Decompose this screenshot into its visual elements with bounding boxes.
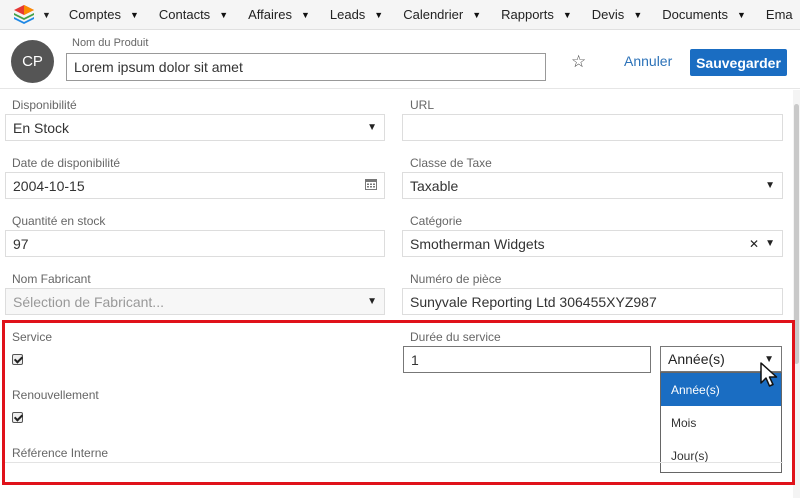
nav-label: Contacts: [158, 7, 211, 22]
service-duration-input[interactable]: 1: [403, 346, 651, 373]
renewal-checkbox[interactable]: [12, 412, 23, 423]
category-select[interactable]: Smotherman Widgets ✕ ▼: [402, 230, 783, 257]
manufacturer-placeholder: Sélection de Fabricant...: [13, 293, 164, 310]
url-label: URL: [410, 98, 435, 112]
caret-down-icon: ▼: [367, 122, 377, 133]
manufacturer-label: Nom Fabricant: [12, 272, 91, 286]
internal-ref-field-border: [5, 462, 783, 463]
tax-class-select[interactable]: Taxable ▼: [402, 172, 783, 199]
scrollbar[interactable]: [793, 90, 800, 498]
star-icon[interactable]: ☆: [571, 52, 586, 72]
nav-item-leads[interactable]: Leads ▼: [320, 0, 393, 29]
service-duration-label: Durée du service: [410, 330, 501, 344]
caret-down-icon: ▼: [367, 296, 377, 307]
scrollbar-thumb[interactable]: [794, 104, 799, 364]
caret-down-icon: ▼: [472, 9, 482, 20]
tax-class-value: Taxable: [410, 177, 459, 194]
service-checkbox[interactable]: [12, 354, 23, 365]
record-header: CP Nom du Produit Lorem ipsum dolor sit …: [0, 31, 800, 89]
caret-down-icon: ▼: [374, 9, 384, 20]
nav-label: Leads: [329, 7, 366, 22]
availability-select[interactable]: En Stock ▼: [5, 114, 385, 141]
app-logo-icon[interactable]: [12, 2, 36, 28]
nav-label: Documents: [662, 7, 728, 22]
category-label: Catégorie: [410, 214, 463, 228]
product-name-input[interactable]: Lorem ipsum dolor sit amet: [66, 53, 546, 81]
nav-label: Comptes: [68, 7, 121, 22]
availability-label: Disponibilité: [12, 98, 77, 112]
nav-item-emails[interactable]: Ema: [756, 0, 800, 29]
caret-down-icon: ▼: [633, 9, 643, 20]
caret-down-icon: ▼: [765, 238, 775, 249]
avatar: CP: [11, 40, 54, 83]
part-number-label: Numéro de pièce: [410, 272, 502, 286]
calendar-icon[interactable]: [365, 178, 377, 193]
url-input[interactable]: [402, 114, 783, 141]
nav-item-rapports[interactable]: Rapports ▼: [491, 0, 582, 29]
caret-down-icon: ▼: [129, 9, 139, 20]
nav-label: Calendrier: [403, 7, 464, 22]
availability-date-input[interactable]: 2004-10-15: [5, 172, 385, 199]
nav-label: Ema: [765, 7, 793, 22]
availability-date-value: 2004-10-15: [13, 177, 85, 194]
clear-icon[interactable]: ✕: [749, 237, 759, 251]
dropdown-option-days[interactable]: Jour(s): [661, 439, 781, 472]
stock-qty-input[interactable]: 97: [5, 230, 385, 257]
part-number-input[interactable]: Sunyvale Reporting Ltd 306455XYZ987: [402, 288, 783, 315]
internal-ref-label: Référence Interne: [12, 446, 109, 460]
caret-down-icon: ▼: [736, 9, 746, 20]
save-button[interactable]: Sauvegarder: [690, 49, 787, 76]
nav-item-calendrier[interactable]: Calendrier ▼: [393, 0, 491, 29]
nav-item-contacts[interactable]: Contacts ▼: [149, 0, 238, 29]
stock-qty-label: Quantité en stock: [12, 214, 106, 228]
nav-item-comptes[interactable]: Comptes ▼: [59, 0, 149, 29]
nav-label: Devis: [591, 7, 625, 22]
nav-item-devis[interactable]: Devis ▼: [582, 0, 652, 29]
cancel-button[interactable]: Annuler: [624, 53, 672, 69]
caret-down-icon: ▼: [219, 9, 229, 20]
service-label: Service: [12, 330, 53, 344]
nav-item-documents[interactable]: Documents ▼: [652, 0, 756, 29]
caret-down-icon: ▼: [562, 9, 572, 20]
category-value: Smotherman Widgets: [410, 235, 545, 252]
top-navigation: ▼ Comptes ▼ Contacts ▼ Affaires ▼ Leads ▼ Ca…: [0, 0, 800, 30]
availability-date-label: Date de disponibilité: [12, 156, 121, 170]
logo-caret-icon[interactable]: ▼: [42, 10, 51, 20]
caret-down-icon: ▼: [765, 180, 775, 191]
nav-label: Affaires: [248, 7, 292, 22]
tax-class-label: Classe de Taxe: [410, 156, 492, 170]
dropdown-option-months[interactable]: Mois: [661, 406, 781, 439]
nav-item-affaires[interactable]: Affaires ▼: [238, 0, 320, 29]
nav-label: Rapports: [501, 7, 554, 22]
renewal-label: Renouvellement: [12, 388, 99, 402]
availability-value: En Stock: [13, 119, 70, 136]
mouse-cursor-icon: [760, 362, 778, 387]
caret-down-icon: ▼: [300, 9, 310, 20]
product-name-label: Nom du Produit: [72, 37, 149, 49]
manufacturer-select[interactable]: Sélection de Fabricant... ▼: [5, 288, 385, 315]
duration-unit-value: Année(s): [668, 351, 725, 367]
